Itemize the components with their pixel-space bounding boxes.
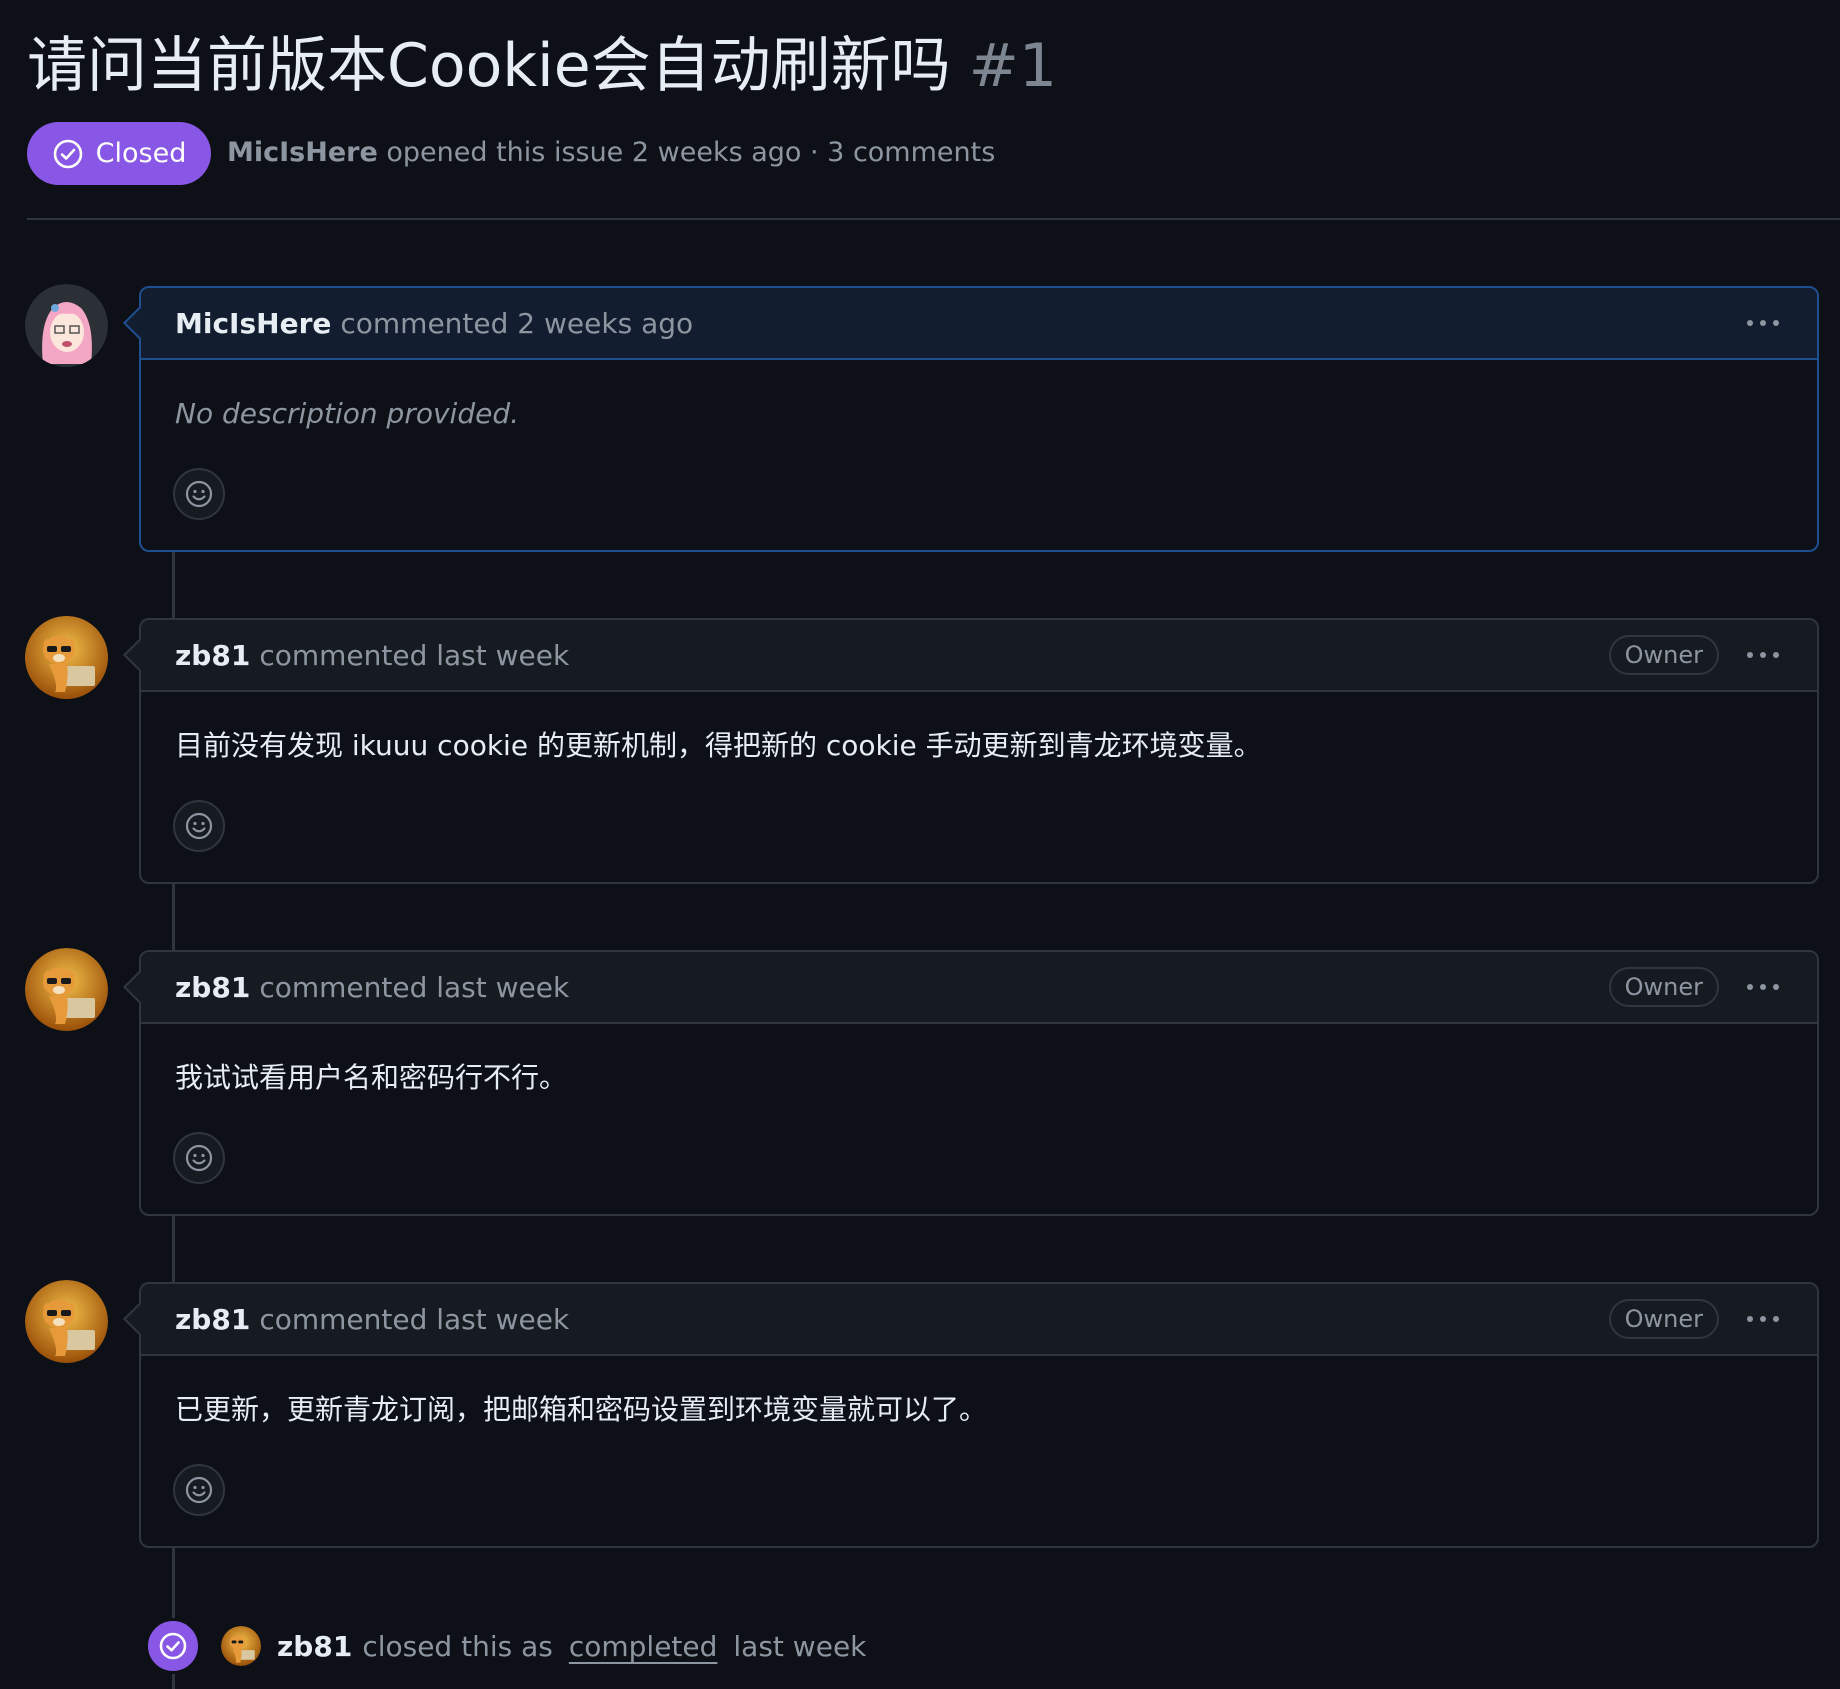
comment-card-1: MicIsHere commented 2 weeks ago No descr… [139,286,1819,552]
avatar-zb81[interactable] [25,616,108,699]
owner-badge: Owner [1608,1299,1719,1339]
add-reaction-button[interactable] [173,800,225,852]
issue-author-link[interactable]: MicIsHere [227,137,378,168]
comment-card-4: zb81 commented last week Owner 已更新，更新青龙订… [139,1282,1819,1548]
avatar-zb81-image [25,1280,108,1363]
comment-author[interactable]: MicIsHere [175,307,331,340]
comment-timestamp[interactable]: commented last week [259,1303,569,1336]
header-divider [27,218,1840,220]
issue-title-text: 请问当前版本Cookie会自动刷新吗 [27,31,951,101]
issue-meta-text: opened this issue 2 weeks ago · 3 commen… [386,137,996,168]
comment-body: 我试试看用户名和密码行不行。 [141,1024,1817,1216]
closed-event-badge [145,1618,201,1674]
comment-text: 已更新，更新青龙订阅，把邮箱和密码设置到环境变量就可以了。 [175,1393,988,1426]
comment-header: zb81 commented last week Owner [141,952,1817,1024]
comment-text: 我试试看用户名和密码行不行。 [175,1061,568,1094]
avatar-micishere[interactable] [25,284,108,367]
avatar-zb81-small[interactable] [221,1626,261,1666]
comment-author[interactable]: zb81 [175,1303,250,1336]
comment-timestamp[interactable]: commented 2 weeks ago [340,307,693,340]
owner-badge: Owner [1608,967,1719,1007]
kebab-horizontal-icon[interactable] [1743,1310,1783,1328]
avatar-zb81[interactable] [25,1280,108,1363]
smiley-icon [185,812,213,840]
avatar-zb81-image [25,616,108,699]
comment-card-3: zb81 commented last week Owner 我试试看用户名和密… [139,950,1819,1216]
avatar-zb81-image [25,948,108,1031]
comment-text: No description provided. [175,397,519,430]
issue-title: 请问当前版本Cookie会自动刷新吗 #1 [27,24,1057,108]
event-actor[interactable]: zb81 [277,1630,352,1663]
issue-meta: MicIsHere opened this issue 2 weeks ago … [227,133,995,173]
comment-author[interactable]: zb81 [175,971,250,1004]
event-text: closed this as [362,1629,553,1663]
check-circle-icon [53,139,82,168]
kebab-horizontal-icon[interactable] [1743,978,1783,996]
comment-header: zb81 commented last week Owner [141,1284,1817,1356]
comment-card-2: zb81 commented last week Owner 目前没有发现 ik… [139,618,1819,884]
add-reaction-button[interactable] [173,468,225,520]
comment-body: No description provided. [141,360,1817,552]
comment-timestamp[interactable]: commented last week [259,639,569,672]
comment-header: MicIsHere commented 2 weeks ago [141,288,1817,360]
owner-badge: Owner [1608,635,1719,675]
comment-body: 目前没有发现 ikuuu cookie 的更新机制，得把新的 cookie 手动… [141,692,1817,884]
avatar-micishere-image [25,284,108,367]
smiley-icon [185,1144,213,1172]
completed-link[interactable]: completed [569,1630,718,1663]
kebab-horizontal-icon[interactable] [1743,314,1783,332]
comment-timestamp[interactable]: commented last week [259,971,569,1004]
add-reaction-button[interactable] [173,1132,225,1184]
add-reaction-button[interactable] [173,1464,225,1516]
avatar-zb81-image [221,1626,261,1666]
kebab-horizontal-icon[interactable] [1743,646,1783,664]
check-circle-icon [159,1632,187,1660]
smiley-icon [185,1476,213,1504]
comment-text: 目前没有发现 ikuuu cookie 的更新机制，得把新的 cookie 手动… [175,729,1262,762]
issue-state-label: Closed [95,138,187,169]
event-time[interactable]: last week [733,1630,866,1663]
smiley-icon [185,480,213,508]
comment-author[interactable]: zb81 [175,639,250,672]
close-event: zb81 closed this as completed last week [145,1618,866,1674]
issue-number: #1 [968,31,1058,101]
issue-state-badge: Closed [27,122,211,185]
avatar-zb81[interactable] [25,948,108,1031]
comment-header: zb81 commented last week Owner [141,620,1817,692]
comment-body: 已更新，更新青龙订阅，把邮箱和密码设置到环境变量就可以了。 [141,1356,1817,1548]
issue-page: 请问当前版本Cookie会自动刷新吗 #1 Closed MicIsHere op… [0,0,1840,1689]
